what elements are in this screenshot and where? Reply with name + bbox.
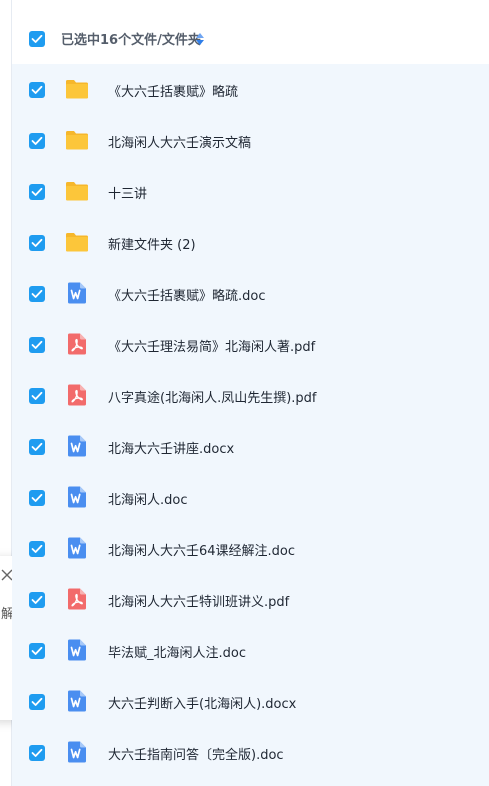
file-name[interactable]: 北海闲人大六壬演示文稿	[108, 132, 251, 151]
pdf-icon	[65, 587, 89, 611]
file-row[interactable]: 八字真途(北海闲人.凤山先生撰).pdf	[12, 370, 489, 421]
select-all-checkbox[interactable]	[29, 31, 45, 47]
file-name[interactable]: 《大六壬括裹赋》略疏	[108, 81, 238, 100]
checkbox-checked-icon	[31, 391, 43, 400]
checkbox-checked-icon	[31, 85, 43, 94]
file-row[interactable]: 北海闲人大六壬特训班讲义.pdf	[12, 574, 489, 625]
checkbox-checked-icon	[31, 289, 43, 298]
file-name[interactable]: 北海大六壬讲座.docx	[108, 438, 234, 457]
checkbox-checked-icon	[31, 748, 43, 757]
breadcrumb-cutoff	[12, 0, 489, 5]
folder-icon	[65, 230, 89, 254]
folder-icon	[65, 128, 89, 152]
selection-count-label: 已选中16个文件/文件夹	[61, 33, 201, 48]
checkbox-checked-icon	[31, 340, 43, 349]
file-manager: 解 已选中16个文件/文件夹 《大六壬括裹赋》略疏 北海闲人大六壬演示文稿 十三讲新…	[0, 0, 489, 786]
row-checkbox[interactable]	[29, 490, 45, 506]
file-name[interactable]: 大六壬指南问答〔完全版).doc	[108, 744, 284, 763]
word-doc-icon	[65, 638, 89, 662]
checkbox-checked-icon	[31, 646, 43, 655]
row-checkbox[interactable]	[29, 541, 45, 557]
checkbox-checked-icon	[31, 493, 43, 502]
file-row[interactable]: 十三讲	[12, 166, 489, 217]
row-checkbox[interactable]	[29, 745, 45, 761]
folder-icon	[65, 77, 89, 101]
word-doc-icon	[65, 485, 89, 509]
file-name[interactable]: 北海闲人大六壬64课经解注.doc	[108, 540, 295, 559]
file-row[interactable]: 《大六壬理法易简》北海闲人著.pdf	[12, 319, 489, 370]
row-checkbox[interactable]	[29, 337, 45, 353]
pdf-icon	[65, 383, 89, 407]
word-doc-icon	[65, 740, 89, 764]
file-name[interactable]: 毕法赋_北海闲人注.doc	[108, 642, 246, 661]
file-row[interactable]: 北海闲人.doc	[12, 472, 489, 523]
file-row[interactable]: 新建文件夹 (2)	[12, 217, 489, 268]
file-row[interactable]: 大六壬指南问答〔完全版).doc	[12, 727, 489, 778]
file-list: 《大六壬括裹赋》略疏 北海闲人大六壬演示文稿 十三讲新建文件夹 (2) 《大六壬括裹赋…	[12, 64, 489, 786]
row-checkbox[interactable]	[29, 82, 45, 98]
row-checkbox[interactable]	[29, 643, 45, 659]
file-row[interactable]: 北海闲人大六壬64课经解注.doc	[12, 523, 489, 574]
checkbox-checked-icon	[31, 595, 43, 604]
row-checkbox[interactable]	[29, 235, 45, 251]
row-checkbox[interactable]	[29, 439, 45, 455]
row-checkbox[interactable]	[29, 694, 45, 710]
file-name[interactable]: 《大六壬理法易简》北海闲人著.pdf	[108, 336, 315, 355]
checkbox-checked-icon	[31, 136, 43, 145]
file-name[interactable]: 《大六壬括裹赋》略疏.doc	[108, 285, 266, 304]
file-row[interactable]: 《大六壬括裹赋》略疏	[12, 64, 489, 115]
file-row[interactable]: 北海闲人大六壬演示文稿	[12, 115, 489, 166]
sort-icon[interactable]	[195, 32, 205, 46]
word-doc-icon	[65, 689, 89, 713]
file-name[interactable]: 北海闲人.doc	[108, 489, 188, 508]
file-name[interactable]: 北海闲人大六壬特训班讲义.pdf	[108, 591, 289, 610]
row-checkbox[interactable]	[29, 388, 45, 404]
file-name[interactable]: 八字真途(北海闲人.凤山先生撰).pdf	[108, 387, 317, 406]
checkbox-checked-icon	[31, 187, 43, 196]
checkbox-checked-icon	[31, 34, 43, 43]
file-name[interactable]: 新建文件夹 (2)	[108, 234, 196, 253]
file-name[interactable]: 大六壬判断入手(北海闲人).docx	[108, 693, 296, 712]
row-checkbox[interactable]	[29, 286, 45, 302]
word-doc-icon	[65, 434, 89, 458]
list-header: 已选中16个文件/文件夹	[12, 14, 489, 64]
checkbox-checked-icon	[31, 697, 43, 706]
file-row[interactable]: 大六壬判断入手(北海闲人).docx	[12, 676, 489, 727]
word-doc-icon	[65, 281, 89, 305]
file-name[interactable]: 十三讲	[108, 183, 147, 202]
checkbox-checked-icon	[31, 544, 43, 553]
word-doc-icon	[65, 536, 89, 560]
row-checkbox[interactable]	[29, 184, 45, 200]
folder-icon	[65, 179, 89, 203]
file-row[interactable]: 《大六壬括裹赋》略疏.doc	[12, 268, 489, 319]
file-row[interactable]: 北海大六壬讲座.docx	[12, 421, 489, 472]
row-checkbox[interactable]	[29, 592, 45, 608]
checkbox-checked-icon	[31, 442, 43, 451]
pdf-icon	[65, 332, 89, 356]
file-row[interactable]: 毕法赋_北海闲人注.doc	[12, 625, 489, 676]
checkbox-checked-icon	[31, 238, 43, 247]
row-checkbox[interactable]	[29, 133, 45, 149]
